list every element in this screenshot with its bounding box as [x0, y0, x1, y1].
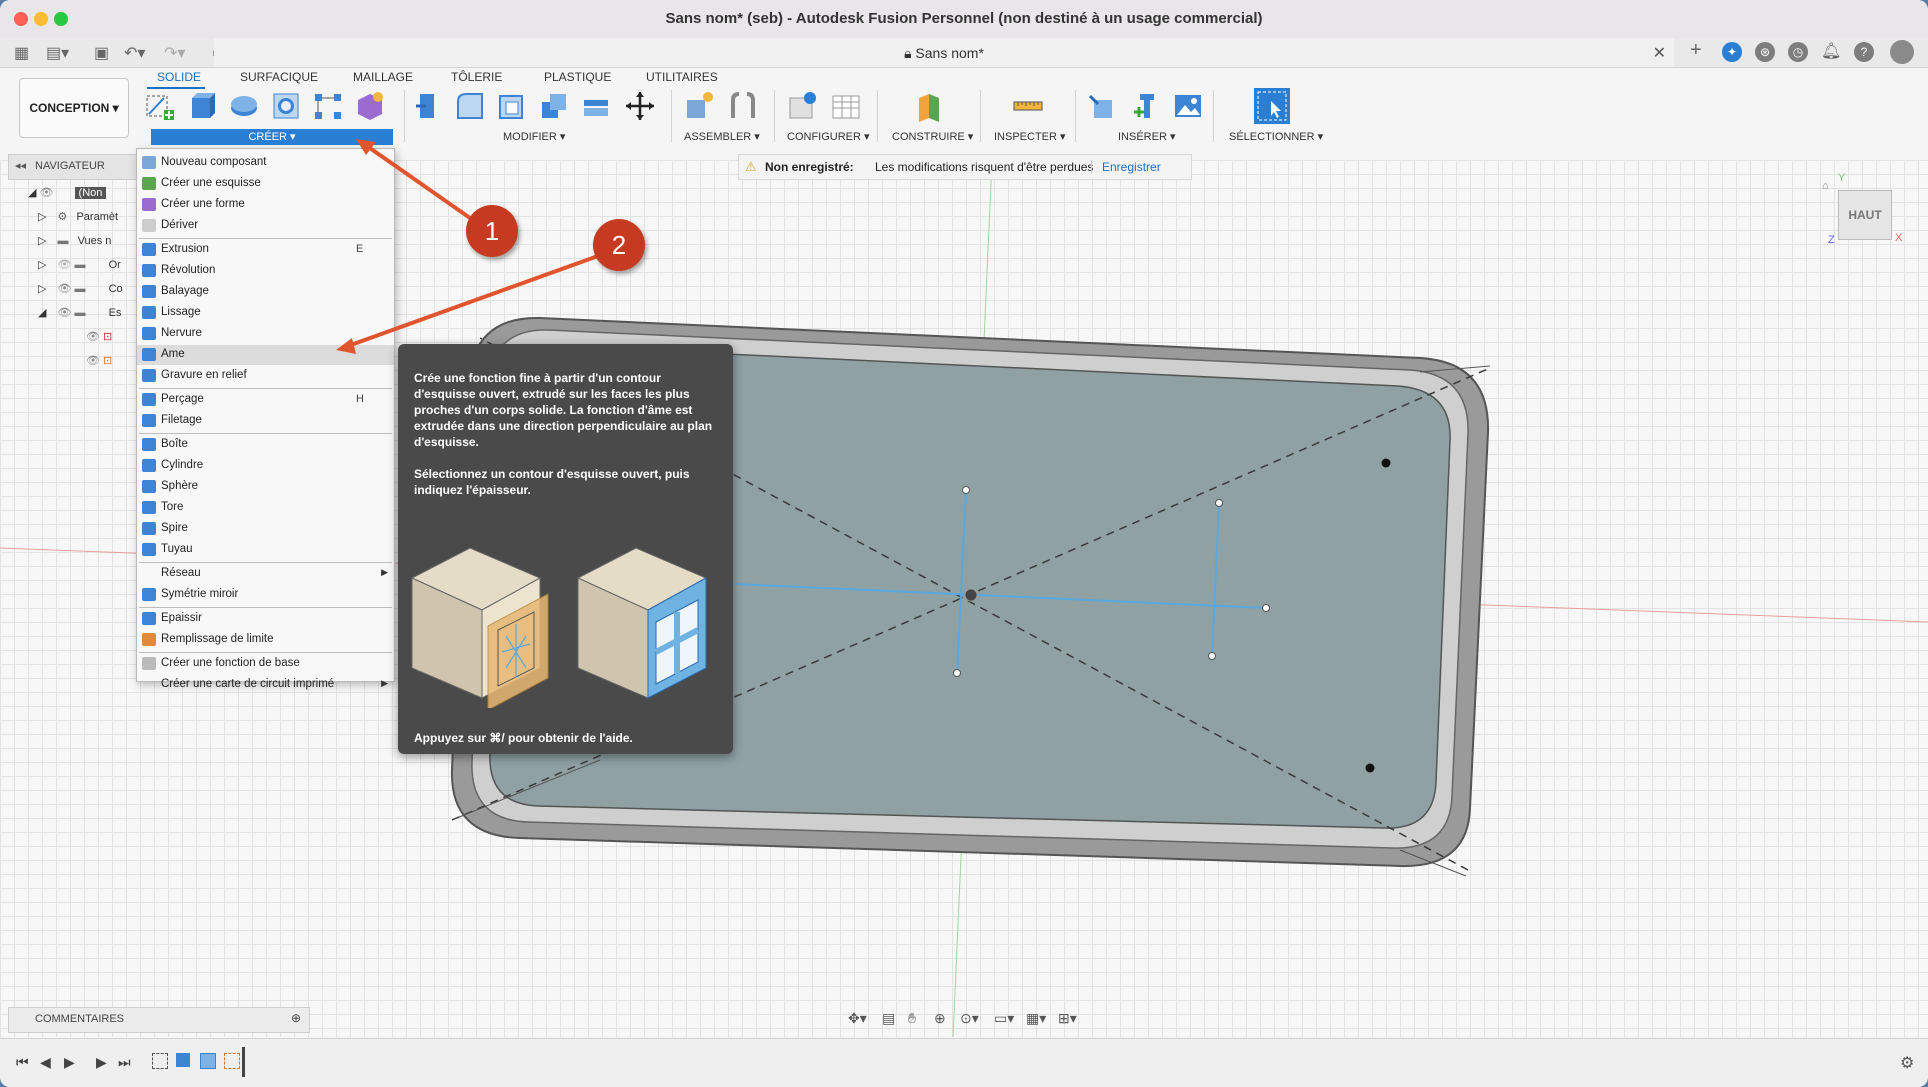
- look-at-icon[interactable]: ▤: [882, 1010, 895, 1027]
- callout-2: 2: [593, 219, 645, 271]
- fit-icon[interactable]: ⊙▾: [960, 1010, 979, 1027]
- play-icon[interactable]: ▶: [64, 1054, 75, 1071]
- callout-1: 1: [466, 205, 518, 257]
- navigation-bar: ✥▾ ▤ ✋︎ ⊕ ⊙▾ ▭▾ ▦▾ ⊞▾: [848, 1008, 1084, 1030]
- go-to-end-icon[interactable]: ⏭︎: [118, 1054, 131, 1071]
- add-comment-icon[interactable]: ⊕: [291, 1011, 301, 1025]
- step-back-icon[interactable]: ◀: [40, 1054, 51, 1071]
- comments-panel[interactable]: COMMENTAIRES ⊕: [8, 1007, 310, 1033]
- annotation-arrows: [336, 139, 599, 354]
- app-window: Sans nom* (seb) - Autodesk Fusion Person…: [0, 0, 1928, 1087]
- viewports-icon[interactable]: ⊞▾: [1058, 1010, 1077, 1027]
- timeline-sketch-icon[interactable]: [152, 1053, 168, 1069]
- timeline-extrude-icon[interactable]: [176, 1053, 190, 1067]
- pan-icon[interactable]: ✋︎: [908, 1010, 916, 1027]
- timeline-shell-icon[interactable]: [200, 1053, 216, 1069]
- timeline-marker[interactable]: [242, 1047, 245, 1077]
- timeline-sketch-2-icon[interactable]: [224, 1053, 240, 1069]
- display-settings-icon[interactable]: ▭▾: [994, 1010, 1014, 1027]
- timeline: ⏮︎ ◀ ▶ ▶ ⏭︎ ⚙: [0, 1038, 1928, 1087]
- orbit-icon[interactable]: ✥▾: [848, 1010, 867, 1027]
- go-to-start-icon[interactable]: ⏮︎: [16, 1054, 29, 1071]
- step-forward-icon[interactable]: ▶: [96, 1054, 107, 1071]
- comments-label: COMMENTAIRES: [35, 1013, 125, 1025]
- zoom-icon[interactable]: ⊕: [934, 1010, 946, 1027]
- timeline-settings-icon[interactable]: ⚙: [1900, 1053, 1914, 1073]
- grid-settings-icon[interactable]: ▦▾: [1026, 1010, 1046, 1027]
